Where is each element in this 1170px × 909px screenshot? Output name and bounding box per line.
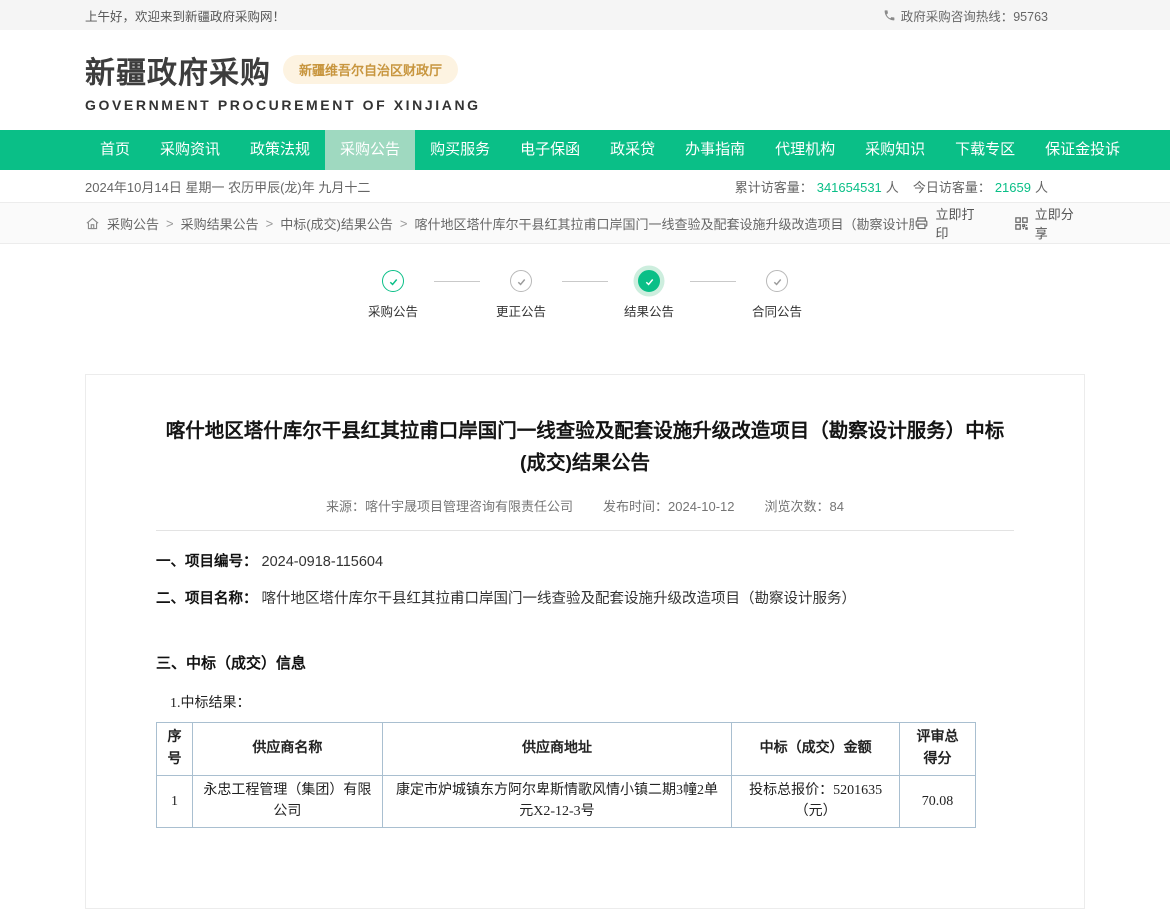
nav-item-downloads[interactable]: 下载专区 — [940, 130, 1030, 170]
phone-icon — [883, 9, 896, 22]
breadcrumb-item-announcements[interactable]: 采购公告 — [107, 214, 159, 233]
step-result-announcement[interactable]: 结果公告 — [617, 270, 681, 320]
award-info-heading: 三、中标（成交）信息 — [156, 653, 1014, 676]
print-button-label: 立即打印 — [935, 204, 985, 242]
step-label: 结果公告 — [624, 301, 674, 320]
site-header: 新疆政府采购 新疆维吾尔自治区财政厅 GOVERNMENT PROCUREMEN… — [0, 30, 1170, 130]
step-label: 采购公告 — [368, 301, 418, 320]
view-count-text: 浏览次数：84 — [765, 496, 844, 515]
total-visitors-label: 累计访客量： — [735, 180, 813, 195]
hotline: 政府采购咨询热线：95763 — [883, 6, 1048, 25]
info-bar: 2024年10月14日 星期一 农历甲辰(龙)年 九月十二 累计访客量： 3416… — [0, 170, 1170, 202]
cell-supplier-name: 永忠工程管理（集团）有限公司 — [192, 775, 382, 827]
nav-item-deposit-complaint[interactable]: 保证金投诉 — [1030, 130, 1135, 170]
breadcrumb-separator: > — [166, 216, 174, 231]
today-visitors: 今日访客量： 21659 人 — [913, 177, 1048, 196]
step-correction-announcement[interactable]: 更正公告 — [489, 270, 553, 320]
check-circle-icon — [510, 270, 532, 292]
print-button[interactable]: 立即打印 — [914, 204, 985, 242]
check-circle-icon — [382, 270, 404, 292]
table-row: 1 永忠工程管理（集团）有限公司 康定市炉城镇东方阿尔卑斯情歌风情小镇二期3幢2… — [157, 775, 976, 827]
table-header-row: 序号 供应商名称 供应商地址 中标（成交）金额 评审总得分 — [157, 723, 976, 775]
cell-review-score: 70.08 — [900, 775, 976, 827]
share-button[interactable]: 立即分享 — [1014, 204, 1085, 242]
project-name-label: 二、项目名称： — [156, 591, 258, 607]
project-name-value: 喀什地区塔什库尔干县红其拉甫口岸国门一线查验及配套设施升级改造项目（勘察设计服务… — [262, 591, 857, 607]
project-number-row: 一、项目编号： 2024-0918-115604 — [156, 552, 1014, 574]
header-review-score: 评审总得分 — [900, 723, 976, 775]
page-actions: 立即打印 立即分享 — [914, 204, 1085, 242]
printer-icon — [914, 216, 929, 231]
announcement-title: 喀什地区塔什库尔干县红其拉甫口岸国门一线查验及配套设施升级改造项目（勘察设计服务… — [156, 415, 1014, 479]
visitor-stats: 累计访客量： 341654531 人 今日访客量： 21659 人 — [735, 177, 1048, 196]
nav-item-policy[interactable]: 政策法规 — [235, 130, 325, 170]
nav-item-purchase-services[interactable]: 购买服务 — [415, 130, 505, 170]
today-visitors-unit: 人 — [1035, 180, 1048, 195]
nav-item-guide[interactable]: 办事指南 — [670, 130, 760, 170]
step-connector — [690, 281, 736, 282]
nav-item-gov-loan[interactable]: 政采贷 — [595, 130, 670, 170]
today-visitors-label: 今日访客量： — [913, 180, 991, 195]
breadcrumb-item-award-results[interactable]: 中标(成交)结果公告 — [280, 214, 393, 233]
meta-divider — [156, 530, 1014, 531]
step-label: 更正公告 — [496, 301, 546, 320]
top-utility-bar: 上午好，欢迎来到新疆政府采购网！ 政府采购咨询热线：95763 — [0, 0, 1170, 30]
announcement-meta: 来源：喀什宇晟项目管理咨询有限责任公司 发布时间：2024-10-12 浏览次数… — [156, 496, 1014, 515]
breadcrumb-separator: > — [400, 216, 408, 231]
project-number-label: 一、项目编号： — [156, 554, 258, 570]
nav-item-e-guarantee[interactable]: 电子保函 — [505, 130, 595, 170]
publish-time-text: 发布时间：2024-10-12 — [603, 496, 735, 515]
total-visitors-value: 341654531 — [817, 180, 882, 195]
header-award-amount: 中标（成交）金额 — [732, 723, 900, 775]
header-serial-number: 序号 — [157, 723, 193, 775]
step-connector — [434, 281, 480, 282]
main-nav: 首页 采购资讯 政策法规 采购公告 购买服务 电子保函 政采贷 办事指南 代理机… — [0, 130, 1170, 170]
authority-badge: 新疆维吾尔自治区财政厅 — [283, 55, 458, 84]
share-button-label: 立即分享 — [1035, 204, 1085, 242]
breadcrumb-current-page: 喀什地区塔什库尔干县红其拉甫口岸国门一线查验及配套设施升级改造项目（勘察设计服务… — [414, 214, 914, 233]
header-supplier-address: 供应商地址 — [382, 723, 731, 775]
project-name-row: 二、项目名称： 喀什地区塔什库尔干县红其拉甫口岸国门一线查验及配套设施升级改造项… — [156, 589, 1014, 611]
breadcrumb-bar: 采购公告 > 采购结果公告 > 中标(成交)结果公告 > 喀什地区塔什库尔干县红… — [0, 202, 1170, 244]
site-name: 新疆政府采购 — [85, 48, 271, 92]
announcement-card: 喀什地区塔什库尔干县红其拉甫口岸国门一线查验及配套设施升级改造项目（勘察设计服务… — [85, 374, 1085, 909]
step-procurement-announcement[interactable]: 采购公告 — [361, 270, 425, 320]
cell-serial-number: 1 — [157, 775, 193, 827]
total-visitors-unit: 人 — [886, 180, 899, 195]
announcement-progress-steps: 采购公告 更正公告 结果公告 合同公告 — [0, 270, 1170, 320]
check-circle-icon — [638, 270, 660, 292]
hotline-text: 政府采购咨询热线：95763 — [901, 6, 1048, 25]
bid-result-table: 序号 供应商名称 供应商地址 中标（成交）金额 评审总得分 1 永忠工程管理（集… — [156, 722, 976, 828]
check-circle-icon — [766, 270, 788, 292]
step-contract-announcement[interactable]: 合同公告 — [745, 270, 809, 320]
cell-supplier-address: 康定市炉城镇东方阿尔卑斯情歌风情小镇二期3幢2单元X2-12-3号 — [382, 775, 731, 827]
award-result-subheading: 1.中标结果： — [170, 692, 1014, 712]
cell-award-amount: 投标总报价：5201635（元） — [732, 775, 900, 827]
site-name-en: GOVERNMENT PROCUREMENT OF XINJIANG — [85, 97, 481, 113]
qr-code-icon — [1014, 216, 1029, 231]
nav-item-agencies[interactable]: 代理机构 — [760, 130, 850, 170]
source-text: 来源：喀什宇晟项目管理咨询有限责任公司 — [326, 496, 573, 515]
home-icon[interactable] — [85, 216, 100, 231]
nav-item-home[interactable]: 首页 — [85, 130, 145, 170]
welcome-text: 上午好，欢迎来到新疆政府采购网！ — [85, 6, 285, 25]
date-text: 2024年10月14日 星期一 农历甲辰(龙)年 九月十二 — [85, 177, 370, 196]
total-visitors: 累计访客量： 341654531 人 — [735, 177, 899, 196]
breadcrumb: 采购公告 > 采购结果公告 > 中标(成交)结果公告 > 喀什地区塔什库尔干县红… — [85, 214, 914, 233]
today-visitors-value: 21659 — [995, 180, 1031, 195]
step-label: 合同公告 — [752, 301, 802, 320]
nav-item-knowledge[interactable]: 采购知识 — [850, 130, 940, 170]
nav-item-announcements[interactable]: 采购公告 — [325, 130, 415, 170]
step-connector — [562, 281, 608, 282]
breadcrumb-separator: > — [266, 216, 274, 231]
site-logo[interactable]: 新疆政府采购 新疆维吾尔自治区财政厅 GOVERNMENT PROCUREMEN… — [85, 48, 481, 113]
header-supplier-name: 供应商名称 — [192, 723, 382, 775]
breadcrumb-item-result-announcements[interactable]: 采购结果公告 — [181, 214, 259, 233]
project-number-value: 2024-0918-115604 — [262, 554, 383, 570]
nav-item-procurement-news[interactable]: 采购资讯 — [145, 130, 235, 170]
